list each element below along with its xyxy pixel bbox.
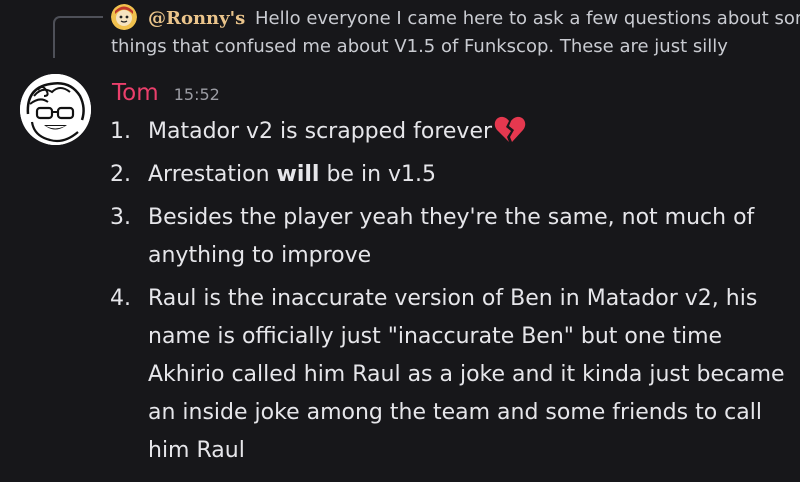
reply-preview-line-1[interactable]: @Ronny's Hello everyone I came here to a… — [148, 5, 800, 33]
message-header: Tom 15:52 — [112, 77, 220, 111]
timestamp[interactable]: 15:52 — [174, 85, 220, 104]
reply-text: Hello everyone I came here to ask a few … — [254, 8, 800, 29]
list-number: 2. — [110, 162, 131, 187]
reply-preview-line-2[interactable]: things that confused me about V1.5 of Fu… — [111, 33, 751, 61]
list-text: Matador v2 is scrapped forever — [148, 113, 790, 151]
list-item: 3. Besides the player yeah they're the s… — [110, 199, 790, 275]
reply-author-name[interactable]: @Ronny's — [148, 8, 245, 29]
reply-avatar-image — [111, 4, 137, 30]
list-number: 4. — [110, 286, 131, 311]
list-text: Arrestation will be in v1.5 — [148, 162, 437, 187]
message-content: 1. Matador v2 is scrapped forever 2. Arr… — [110, 113, 790, 475]
list-item: 2. Arrestation will be in v1.5 — [110, 156, 790, 194]
list-item: 4. Raul is the inaccurate version of Ben… — [110, 280, 790, 470]
reply-spine — [53, 16, 103, 58]
list-text: Raul is the inaccurate version of Ben in… — [148, 286, 785, 463]
list-item: 1. Matador v2 is scrapped forever — [110, 113, 790, 151]
list-text: Besides the player yeah they're the same… — [148, 205, 755, 268]
list-number: 1. — [110, 119, 131, 144]
list-number: 3. — [110, 205, 131, 230]
broken-heart-icon[interactable] — [494, 115, 526, 145]
avatar-image — [20, 74, 91, 145]
avatar[interactable] — [20, 74, 91, 145]
reply-text-continued: things that confused me about V1.5 of Fu… — [111, 36, 728, 57]
reply-avatar[interactable] — [111, 4, 137, 30]
username[interactable]: Tom — [112, 80, 159, 106]
